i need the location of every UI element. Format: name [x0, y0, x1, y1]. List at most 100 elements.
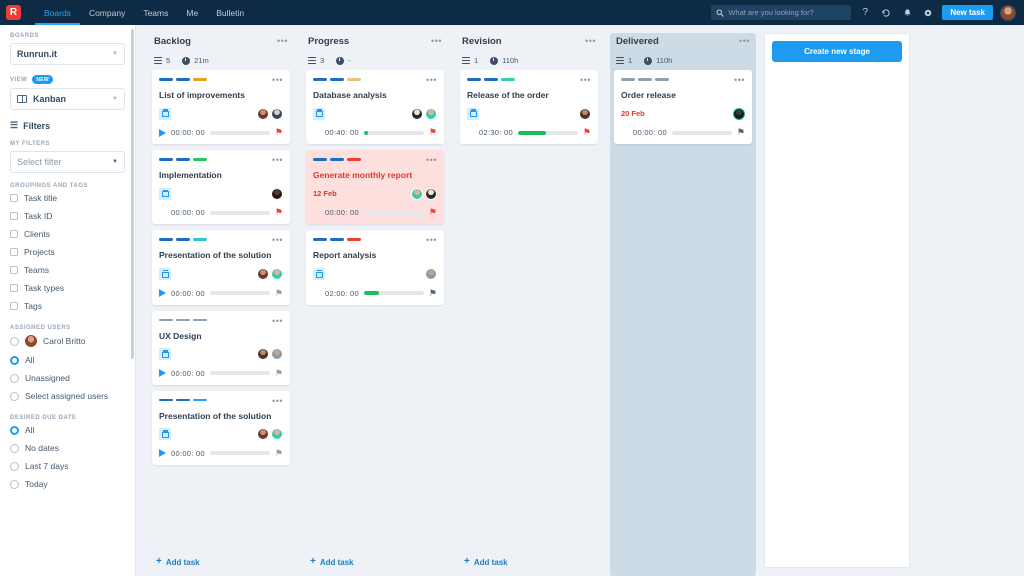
card-avatar[interactable]: [733, 107, 745, 120]
card-avatar[interactable]: [257, 268, 269, 281]
card-flag-icon[interactable]: ⚑: [275, 288, 283, 298]
help-icon[interactable]: ?: [858, 7, 872, 18]
checkbox-icon[interactable]: [10, 194, 18, 202]
create-new-stage-button[interactable]: Create new stage: [772, 41, 902, 62]
card-flag-icon[interactable]: ⚑: [275, 368, 283, 378]
card-flag-icon[interactable]: ⚑: [275, 208, 283, 217]
radio-icon[interactable]: [10, 391, 19, 401]
calendar-icon[interactable]: [159, 107, 171, 120]
due-date-option-last-7-days[interactable]: Last 7 days: [10, 461, 125, 471]
radio-icon[interactable]: [10, 373, 19, 383]
card-menu-icon[interactable]: •••: [734, 76, 745, 85]
gear-icon[interactable]: [921, 8, 935, 18]
column-menu-icon[interactable]: •••: [431, 37, 442, 46]
card-avatar[interactable]: [271, 268, 283, 281]
assigned-user-option-unassigned[interactable]: Unassigned: [10, 373, 125, 383]
grouping-item-clients[interactable]: Clients: [10, 229, 125, 239]
card-menu-icon[interactable]: •••: [580, 76, 591, 85]
checkbox-icon[interactable]: [10, 248, 18, 256]
checkbox-icon[interactable]: [10, 302, 18, 310]
card-avatar[interactable]: [425, 187, 437, 200]
checkbox-icon[interactable]: [10, 230, 18, 238]
due-date-option-no-dates[interactable]: No dates: [10, 443, 125, 453]
column-menu-icon[interactable]: •••: [585, 37, 596, 46]
card-flag-icon[interactable]: ⚑: [583, 128, 591, 137]
task-card[interactable]: ••• Release of the order 02:30: 00 ⚑: [460, 70, 598, 145]
card-flag-icon[interactable]: ⚑: [429, 128, 437, 137]
radio-icon[interactable]: [10, 336, 19, 346]
calendar-icon[interactable]: [313, 107, 325, 120]
calendar-icon[interactable]: [159, 187, 171, 200]
card-avatar[interactable]: [271, 187, 283, 200]
card-avatar[interactable]: [425, 268, 437, 281]
assigned-user-option-carol-britto[interactable]: Carol Britto: [10, 335, 125, 347]
card-avatar[interactable]: [257, 107, 269, 120]
play-icon[interactable]: [159, 289, 166, 298]
due-date-option-today[interactable]: Today: [10, 479, 125, 489]
column-menu-icon[interactable]: •••: [739, 37, 750, 46]
task-card[interactable]: ••• Presentation of the solution 00:00: 00…: [152, 230, 290, 305]
card-flag-icon[interactable]: ⚑: [737, 128, 745, 137]
sidebar-scrollbar[interactable]: [131, 29, 134, 359]
calendar-icon[interactable]: [467, 107, 479, 120]
task-card[interactable]: ••• Database analysis 00:40: 00 ⚑: [306, 70, 444, 145]
checkbox-icon[interactable]: [10, 284, 18, 292]
card-menu-icon[interactable]: •••: [426, 76, 437, 85]
select-filter-dropdown[interactable]: Select filter ▼: [10, 151, 125, 173]
task-card[interactable]: ••• Order release 20 Feb 00:00: 00 ⚑: [614, 70, 752, 145]
app-logo[interactable]: R: [6, 5, 21, 20]
add-task-button[interactable]: + Add task: [456, 550, 602, 576]
play-icon[interactable]: [159, 128, 166, 137]
card-avatar[interactable]: [411, 187, 423, 200]
card-avatar[interactable]: [271, 348, 283, 361]
radio-icon[interactable]: [10, 443, 19, 453]
add-task-button[interactable]: + Add task: [302, 550, 448, 576]
calendar-icon[interactable]: [159, 268, 171, 281]
filters-button[interactable]: ☰ Filters: [10, 120, 125, 131]
task-card[interactable]: ••• UX Design 00:00: 00 ⚑: [152, 310, 290, 385]
user-avatar[interactable]: [1000, 4, 1016, 21]
card-avatar[interactable]: [271, 107, 283, 120]
play-icon[interactable]: [159, 369, 166, 378]
card-menu-icon[interactable]: •••: [272, 156, 283, 165]
card-avatar[interactable]: [257, 428, 269, 441]
nav-item-teams[interactable]: Teams: [134, 0, 177, 25]
card-avatar[interactable]: [271, 428, 283, 441]
grouping-item-tags[interactable]: Tags: [10, 301, 125, 311]
calendar-icon[interactable]: [159, 348, 171, 361]
column-menu-icon[interactable]: •••: [277, 37, 288, 46]
board-selector[interactable]: Runrun.it ▼: [10, 43, 125, 65]
nav-item-me[interactable]: Me: [177, 0, 207, 25]
grouping-item-task-id[interactable]: Task ID: [10, 211, 125, 221]
card-flag-icon[interactable]: ⚑: [275, 128, 283, 137]
assigned-user-option-all[interactable]: All: [10, 355, 125, 365]
radio-icon[interactable]: [10, 355, 19, 365]
card-menu-icon[interactable]: •••: [272, 396, 283, 406]
checkbox-icon[interactable]: [10, 212, 18, 220]
nav-item-company[interactable]: Company: [80, 0, 134, 25]
task-card[interactable]: ••• Generate monthly report 12 Feb 00:00: 0…: [306, 150, 444, 225]
card-flag-icon[interactable]: ⚑: [429, 288, 437, 298]
task-card[interactable]: ••• Report analysis 02:00: 00 ⚑: [306, 230, 444, 305]
card-menu-icon[interactable]: •••: [272, 76, 283, 85]
calendar-icon[interactable]: [159, 428, 171, 441]
radio-icon[interactable]: [10, 425, 19, 435]
radio-icon[interactable]: [10, 479, 19, 489]
card-flag-icon[interactable]: ⚑: [429, 208, 437, 217]
play-icon[interactable]: [159, 449, 166, 458]
new-task-button[interactable]: New task: [942, 5, 993, 20]
card-menu-icon[interactable]: •••: [272, 316, 283, 326]
card-menu-icon[interactable]: •••: [426, 236, 437, 245]
grouping-item-task-types[interactable]: Task types: [10, 283, 125, 293]
grouping-item-task-title[interactable]: Task title: [10, 193, 125, 203]
due-date-option-all[interactable]: All: [10, 425, 125, 435]
card-flag-icon[interactable]: ⚑: [275, 448, 283, 458]
card-avatar[interactable]: [257, 348, 269, 361]
add-task-button[interactable]: + Add task: [148, 550, 294, 576]
task-card[interactable]: ••• Implementation 00:00: 00 ⚑: [152, 150, 290, 225]
grouping-item-projects[interactable]: Projects: [10, 247, 125, 257]
card-avatar[interactable]: [579, 107, 591, 120]
calendar-icon[interactable]: [313, 268, 325, 281]
search-input[interactable]: What are you looking for?: [711, 5, 852, 20]
radio-icon[interactable]: [10, 461, 19, 471]
